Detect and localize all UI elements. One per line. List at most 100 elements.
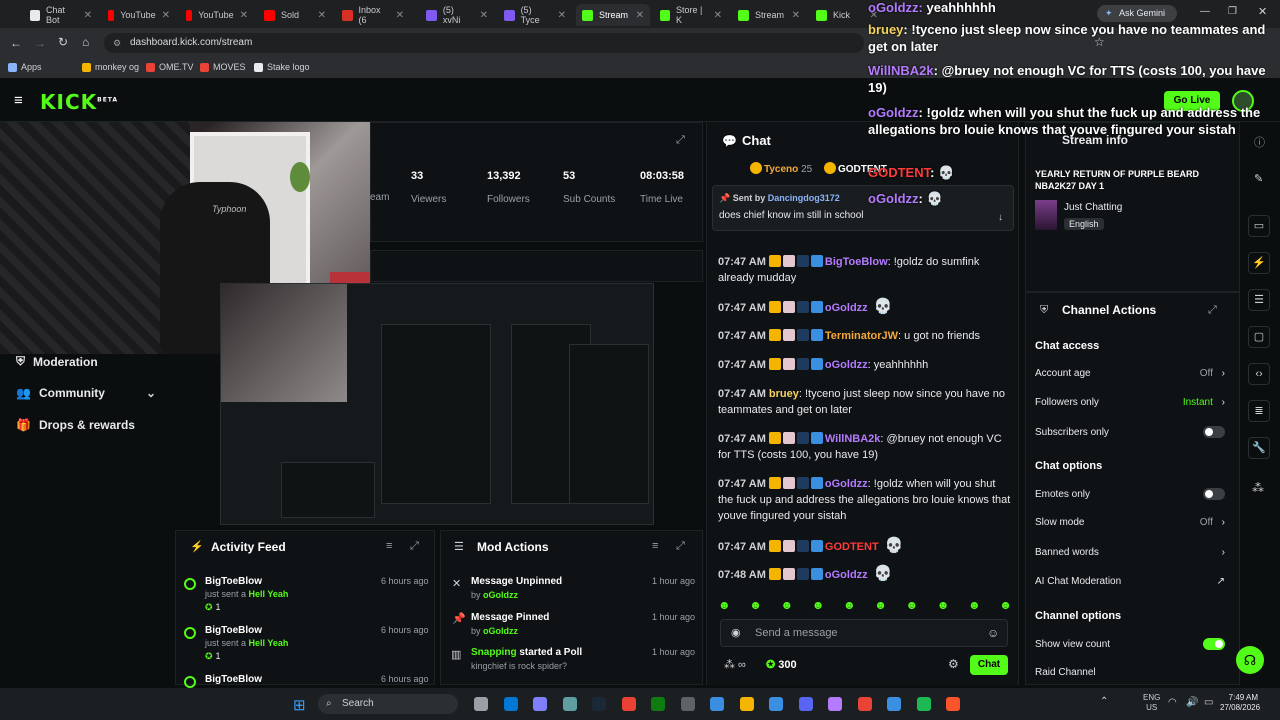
chat-message[interactable]: 07:47 AM GODTENT 💀: [718, 538, 1012, 555]
taskbar-app-icon[interactable]: [651, 697, 665, 711]
chat-settings-icon[interactable]: ◉: [731, 626, 741, 639]
followers-only-row[interactable]: Followers only Instant ›: [1035, 397, 1225, 408]
site-info-icon[interactable]: ⚙: [113, 33, 121, 53]
message-user[interactable]: BigToeBlow: [825, 256, 888, 268]
sidebar-item-moderation[interactable]: ⛨ Moderation: [16, 354, 98, 369]
subscribers-only-toggle[interactable]: [1203, 426, 1225, 438]
tab-close-icon[interactable]: ✕: [396, 10, 404, 21]
tab-close-icon[interactable]: ✕: [636, 10, 644, 21]
tab-close-icon[interactable]: ✕: [162, 10, 170, 21]
reload-icon[interactable]: ↻: [58, 35, 68, 49]
message-user[interactable]: GODTENT: [825, 541, 879, 553]
rail-code-icon[interactable]: ‹›: [1248, 363, 1270, 385]
chat-input[interactable]: ◉ Send a message ☺: [720, 619, 1008, 647]
chat-message[interactable]: 07:47 AM BigToeBlow: !goldz do sumfink al…: [718, 254, 1012, 286]
rail-share-icon[interactable]: ⁂: [1252, 481, 1264, 495]
battery-icon[interactable]: ▭: [1204, 697, 1213, 708]
chat-message[interactable]: 07:47 AM WillNBA2k: @bruey not enough VC …: [718, 431, 1012, 463]
chat-message[interactable]: 07:47 AM TerminatorJW: u got no friends: [718, 328, 1012, 344]
volume-icon[interactable]: 🔊: [1186, 697, 1198, 708]
message-user[interactable]: TerminatorJW: [825, 330, 898, 342]
popout-icon[interactable]: ⤢: [1208, 304, 1217, 317]
chat-message[interactable]: 07:47 AM oGoldzz: !goldz when will you sh…: [718, 476, 1012, 524]
popout-icon[interactable]: ⤢: [410, 540, 419, 553]
url-bar[interactable]: ⚙ dashboard.kick.com/stream: [104, 33, 864, 53]
message-user[interactable]: oGoldzz: [825, 302, 868, 314]
clock[interactable]: 7:49 AM 27/08/2026: [1220, 693, 1260, 713]
chat-message[interactable]: 07:48 AM oGoldzz 💀: [718, 566, 1012, 583]
bookmark-item[interactable]: Stake logo: [254, 62, 310, 72]
taskbar-app-icon[interactable]: [533, 697, 547, 711]
taskbar-app-icon[interactable]: [916, 697, 931, 711]
back-icon[interactable]: ←: [10, 36, 22, 50]
bookmark-item[interactable]: monkey og: [82, 62, 139, 72]
poll-actor[interactable]: Snapping: [471, 647, 517, 658]
filter-icon[interactable]: ≡: [386, 540, 392, 552]
feed-user[interactable]: BigToeBlow: [205, 625, 262, 636]
browser-tab[interactable]: Stream ✕: [732, 4, 806, 26]
message-user[interactable]: oGoldzz: [825, 359, 868, 371]
taskbar-app-icon[interactable]: [592, 697, 606, 711]
taskbar-app-icon[interactable]: [739, 697, 754, 711]
emote-row[interactable]: ☻ ☻ ☻ ☻ ☻ ☻ ☻ ☻ ☻ ☻: [718, 598, 1012, 614]
taskbar-app-icon[interactable]: [946, 697, 960, 711]
show-view-count-toggle[interactable]: [1203, 638, 1225, 650]
tab-close-icon[interactable]: ✕: [558, 10, 566, 21]
mod-action-user[interactable]: oGoldzz: [483, 626, 518, 636]
raid-channel-row[interactable]: Raid Channel: [1035, 667, 1225, 678]
taskbar-app-icon[interactable]: [680, 697, 695, 711]
browser-tab[interactable]: (5) xvNi ✕: [420, 4, 494, 26]
tab-close-icon[interactable]: ✕: [84, 10, 92, 21]
windows-start-icon[interactable]: ⊞: [293, 696, 306, 714]
sidebar-item-drops-rewards[interactable]: 🎁 Drops & rewards: [16, 418, 135, 432]
account-age-row[interactable]: Account age Off ›: [1035, 368, 1225, 379]
expand-icon[interactable]: ⤢: [676, 134, 685, 147]
rail-card-icon[interactable]: ▭: [1248, 215, 1270, 237]
tab-close-icon[interactable]: ✕: [714, 10, 722, 21]
feed-user[interactable]: BigToeBlow: [205, 576, 262, 587]
taskbar-app-icon[interactable]: [710, 697, 724, 711]
rail-wrench-icon[interactable]: 🔧: [1248, 437, 1270, 459]
taskbar-app-icon[interactable]: [621, 697, 636, 711]
chat-message[interactable]: 07:47 AM oGoldzz: yeahhhhhh: [718, 357, 1012, 373]
browser-tab[interactable]: Chat Bot ✕: [24, 4, 98, 26]
top-gifter-1[interactable]: Tyceno 25: [750, 162, 812, 175]
feed-user[interactable]: BigToeBlow: [205, 674, 262, 685]
bookmark-item[interactable]: MOVES: [200, 62, 246, 72]
browser-tab[interactable]: YouTube ✕: [102, 4, 176, 26]
ask-gemini-button[interactable]: ✦ Ask Gemini: [1097, 5, 1177, 22]
emoji-icon[interactable]: ☺: [987, 626, 999, 640]
browser-tab[interactable]: Store | K ✕: [654, 4, 728, 26]
browser-tab[interactable]: Stream ✕: [576, 4, 650, 26]
message-user[interactable]: bruey: [769, 388, 799, 400]
emotes-only-toggle[interactable]: [1203, 488, 1225, 500]
taskbar-app-icon[interactable]: [562, 697, 577, 711]
taskbar-app-icon[interactable]: [503, 697, 518, 711]
send-chat-button[interactable]: Chat: [970, 655, 1008, 675]
gear-icon[interactable]: ⚙: [948, 657, 959, 671]
browser-tab[interactable]: Sold ✕: [258, 4, 332, 26]
chat-message[interactable]: 07:47 AM bruey: !tyceno just sleep now si…: [718, 386, 1012, 418]
message-user[interactable]: oGoldzz: [825, 569, 868, 581]
bookmark-item[interactable]: Apps: [8, 62, 42, 72]
rail-lightning-icon[interactable]: ⚡: [1248, 252, 1270, 274]
taskbar-search[interactable]: ⌕ Search: [318, 694, 458, 714]
taskbar-app-icon[interactable]: [828, 697, 842, 711]
channel-points[interactable]: ✪ 300: [766, 658, 797, 671]
rail-stack-icon[interactable]: ≣: [1248, 400, 1270, 422]
banned-words-row[interactable]: Banned words ›: [1035, 547, 1225, 558]
slow-mode-row[interactable]: Slow mode Off ›: [1035, 517, 1225, 528]
taskbar-app-icon[interactable]: [798, 697, 813, 711]
mod-action-user[interactable]: oGoldzz: [483, 590, 518, 600]
kick-logo[interactable]: KICKBETA: [40, 90, 118, 114]
browser-tab[interactable]: Inbox (6 ✕: [336, 4, 410, 26]
taskbar-app-icon[interactable]: [769, 697, 783, 711]
filter-icon[interactable]: ≡: [652, 540, 658, 552]
home-icon[interactable]: ⌂: [82, 35, 89, 49]
tab-close-icon[interactable]: ✕: [792, 10, 800, 21]
message-user[interactable]: oGoldzz: [825, 478, 868, 490]
chat-message[interactable]: 07:47 AM oGoldzz 💀: [718, 299, 1012, 316]
browser-tab[interactable]: (5) Tyce ✕: [498, 4, 572, 26]
tab-close-icon[interactable]: ✕: [480, 10, 488, 21]
bookmark-item[interactable]: OME.TV: [146, 62, 194, 72]
